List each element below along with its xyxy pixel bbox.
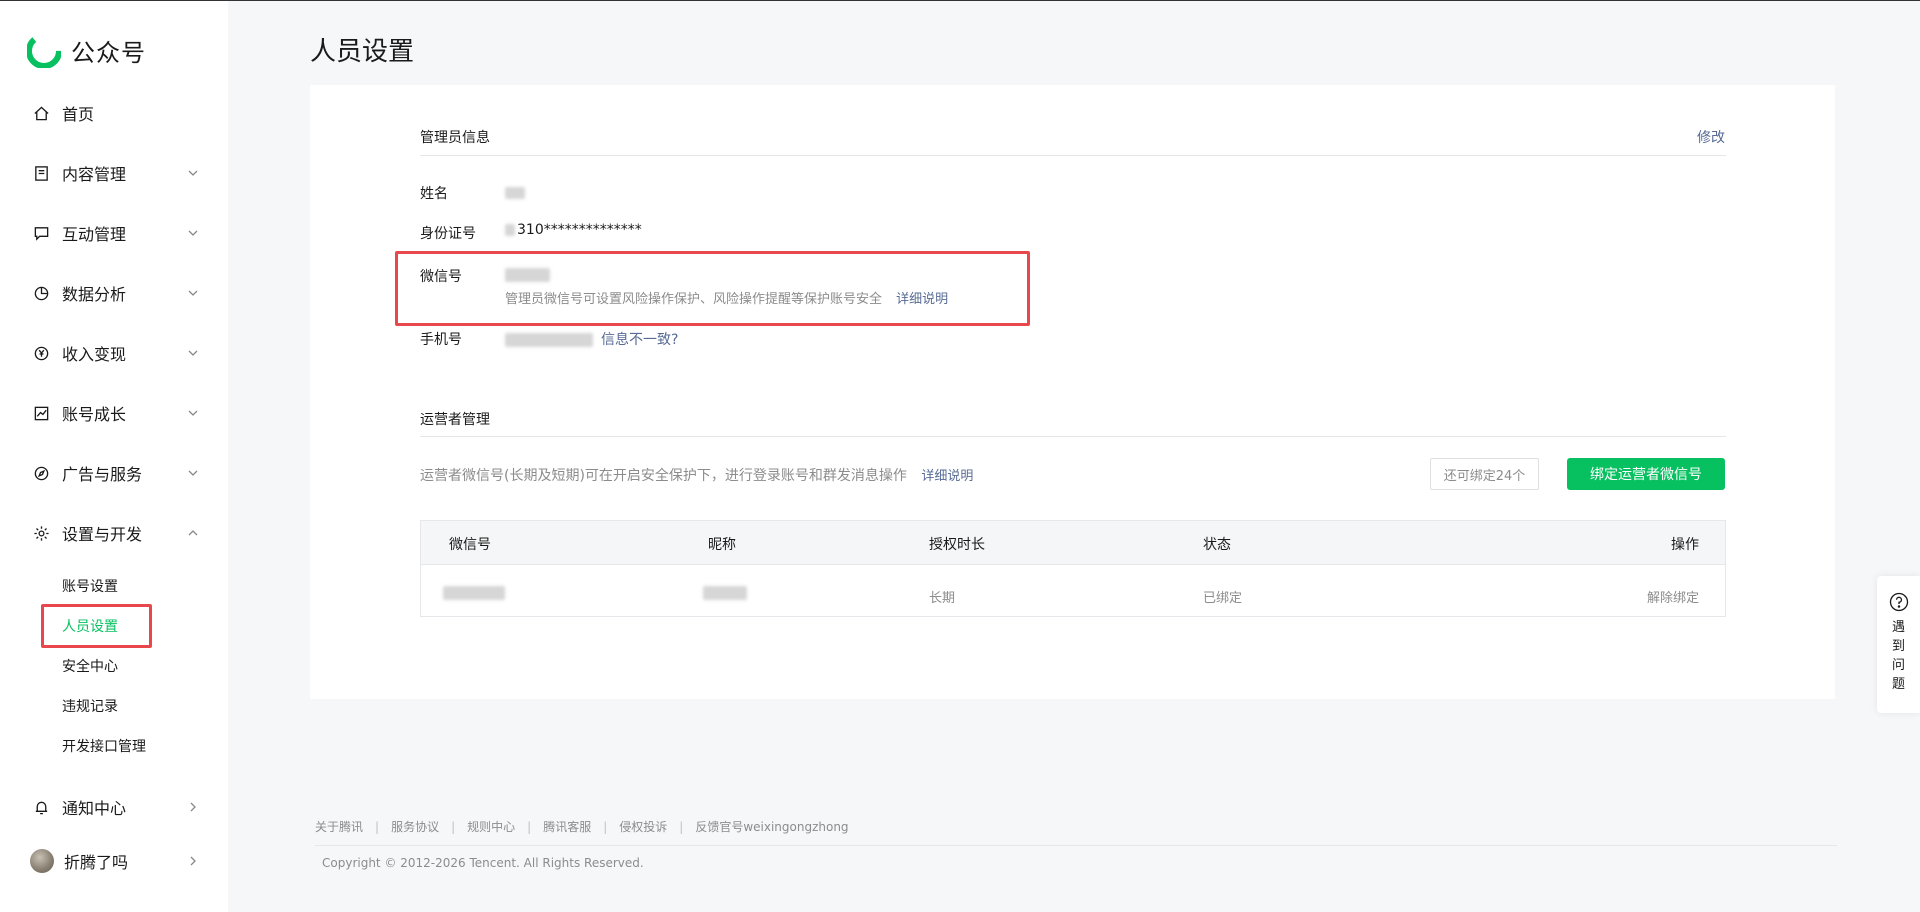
- chevron-up-icon: [188, 530, 198, 536]
- sidebar-subitem-violation-records[interactable]: 违规记录: [62, 696, 118, 716]
- sidebar-item-label: 内容管理: [62, 165, 127, 184]
- sidebar-item-notifications[interactable]: 通知中心: [32, 792, 200, 822]
- wechat-official-logo-icon: [27, 33, 61, 68]
- question-icon: [1889, 592, 1908, 612]
- sidebar-item-label: 收入变现: [62, 345, 127, 364]
- sidebar-item-growth[interactable]: 账号成长: [32, 398, 200, 428]
- footer-divider: [315, 845, 1837, 846]
- separator: |: [451, 819, 456, 834]
- annotation-highlight-box: [41, 604, 152, 648]
- chevron-down-icon: [188, 290, 198, 296]
- annotation-highlight-box: [395, 251, 1030, 326]
- phone-label: 手机号: [420, 332, 462, 348]
- column-header-action: 操作: [1671, 537, 1699, 553]
- admin-section-title: 管理员信息: [420, 130, 490, 146]
- id-number: 310**************: [517, 222, 642, 238]
- footer-link-feedback[interactable]: 反馈官号weixingongzhong: [695, 818, 848, 835]
- gear-icon: [32, 524, 50, 542]
- sidebar-item-ads[interactable]: 广告与服务: [32, 458, 200, 488]
- operator-wechat-redacted: [443, 585, 505, 600]
- operators-description-text: 运营者微信号(长期及短期)可在开启安全保护下，进行登录账号和群发消息操作: [420, 468, 907, 484]
- sidebar-subitem-developer-api[interactable]: 开发接口管理: [62, 736, 146, 756]
- column-header-duration: 授权时长: [929, 537, 985, 553]
- phone-value: 信息不一致?: [505, 329, 678, 349]
- user-name: 折腾了吗: [64, 853, 129, 872]
- divider: [420, 436, 1726, 437]
- help-label: 遇到问题: [1891, 620, 1905, 692]
- sidebar-item-home[interactable]: 首页: [32, 98, 200, 128]
- document-icon: [32, 164, 50, 182]
- operators-detail-link[interactable]: 详细说明: [921, 469, 973, 484]
- operators-table: 微信号 昵称 授权时长 状态 操作 长期 已绑定 解除绑定: [420, 520, 1726, 617]
- sidebar-item-interaction[interactable]: 互动管理: [32, 218, 200, 248]
- sidebar-subitem-security-center[interactable]: 安全中心: [62, 656, 118, 676]
- footer-link-complaint[interactable]: 侵权投诉: [619, 818, 667, 835]
- id-label: 身份证号: [420, 226, 476, 242]
- compass-icon: [32, 464, 50, 482]
- quota-badge: 还可绑定24个: [1430, 458, 1539, 490]
- bell-icon: [32, 798, 50, 816]
- sidebar: 公众号 首页 内容管理 互动管理 数据分析 收入变现 账号成长 广告与服务 设置…: [0, 1, 228, 912]
- chevron-right-icon: [190, 856, 196, 866]
- column-header-status: 状态: [1203, 537, 1231, 553]
- footer-link-about[interactable]: 关于腾讯: [315, 818, 363, 835]
- name-value-redacted: [505, 185, 525, 201]
- table-header: 微信号 昵称 授权时长 状态 操作: [421, 521, 1725, 565]
- sidebar-item-label: 广告与服务: [62, 465, 143, 484]
- help-float-button[interactable]: 遇到问题: [1877, 576, 1920, 713]
- sidebar-item-label: 互动管理: [62, 225, 127, 244]
- operators-section-title: 运营者管理: [420, 412, 490, 428]
- operator-duration: 长期: [929, 591, 956, 606]
- sidebar-item-label: 通知中心: [62, 799, 127, 818]
- yuan-coin-icon: [32, 344, 50, 362]
- sidebar-user[interactable]: 折腾了吗: [30, 846, 200, 876]
- footer-link-rules[interactable]: 规则中心: [467, 818, 515, 835]
- operators-description: 运营者微信号(长期及短期)可在开启安全保护下，进行登录账号和群发消息操作 详细说…: [420, 465, 973, 485]
- operator-nickname-redacted: [703, 585, 747, 600]
- page-title: 人员设置: [310, 37, 415, 67]
- column-header-wechat: 微信号: [449, 537, 491, 553]
- logo[interactable]: 公众号: [27, 33, 146, 68]
- chevron-down-icon: [188, 410, 198, 416]
- brand-name: 公众号: [71, 39, 146, 67]
- name-label: 姓名: [420, 186, 448, 202]
- divider: [420, 155, 1726, 156]
- sidebar-item-content[interactable]: 内容管理: [32, 158, 200, 188]
- id-value: 310**************: [505, 222, 642, 238]
- separator: |: [375, 819, 380, 834]
- chevron-down-icon: [188, 350, 198, 356]
- unbind-link[interactable]: 解除绑定: [1647, 587, 1699, 606]
- chevron-right-icon: [190, 802, 196, 812]
- sidebar-item-label: 设置与开发: [62, 525, 143, 544]
- footer-links: 关于腾讯 | 服务协议 | 规则中心 | 腾讯客服 | 侵权投诉 | 反馈官号weixin…: [315, 818, 849, 835]
- copyright: Copyright © 2012-2026 Tencent. All Right…: [322, 856, 644, 870]
- sidebar-item-label: 账号成长: [62, 405, 127, 424]
- sidebar-item-label: 数据分析: [62, 285, 127, 304]
- chat-icon: [32, 224, 50, 242]
- sidebar-item-analytics[interactable]: 数据分析: [32, 278, 200, 308]
- sidebar-item-settings[interactable]: 设置与开发: [32, 518, 200, 548]
- separator: |: [603, 819, 608, 834]
- chevron-down-icon: [188, 230, 198, 236]
- edit-admin-link[interactable]: 修改: [1697, 127, 1725, 147]
- chevron-down-icon: [188, 170, 198, 176]
- info-mismatch-link[interactable]: 信息不一致?: [601, 332, 678, 348]
- column-header-nickname: 昵称: [708, 537, 736, 553]
- sidebar-subitem-account-settings[interactable]: 账号设置: [62, 576, 118, 596]
- footer-link-support[interactable]: 腾讯客服: [543, 818, 591, 835]
- pie-chart-icon: [32, 284, 50, 302]
- separator: |: [679, 819, 684, 834]
- avatar: [30, 849, 54, 873]
- trend-chart-icon: [32, 404, 50, 422]
- sidebar-item-label: 首页: [62, 105, 95, 124]
- separator: |: [527, 819, 532, 834]
- bind-operator-button[interactable]: 绑定运营者微信号: [1567, 458, 1725, 490]
- operator-status: 已绑定: [1203, 591, 1243, 606]
- chevron-down-icon: [188, 470, 198, 476]
- home-icon: [32, 104, 50, 122]
- sidebar-item-monetization[interactable]: 收入变现: [32, 338, 200, 368]
- footer-link-terms[interactable]: 服务协议: [391, 818, 439, 835]
